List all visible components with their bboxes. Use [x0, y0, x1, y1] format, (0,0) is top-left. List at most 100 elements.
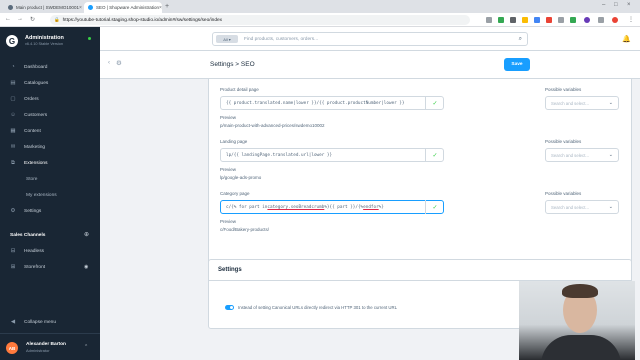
sidebar-item-dashboard[interactable]: ◔ Dashboard [0, 61, 100, 73]
collapse-label: Collapse menu [24, 319, 56, 325]
landing-preview-value: lp/google-ads-promo [220, 175, 262, 180]
sidebar-item-orders[interactable]: ▢ Orders [0, 93, 100, 105]
headless-icon: ⊟ [10, 248, 16, 254]
profile-icon[interactable] [584, 17, 590, 23]
eye-icon[interactable]: ◉ [84, 264, 88, 270]
template-text: category.seoBreadcrumb [267, 204, 325, 210]
forward-arrow-icon[interactable]: → [17, 16, 23, 22]
sidebar-item-settings[interactable]: ⚙ Settings [0, 205, 100, 217]
global-search[interactable]: All ▾ Find products, customers, orders..… [212, 32, 528, 46]
url-input[interactable]: 🔒 https://youtube-tutorial.staging.shop-… [50, 15, 470, 25]
chevron-down-icon: ⌄ [608, 152, 613, 158]
smart-bar: ‹ ⚙ Settings > SEO Save [100, 51, 640, 79]
sidebar-item-store[interactable]: Store [0, 173, 100, 185]
settings-icon: ⚙ [10, 208, 16, 214]
extension-icon[interactable] [546, 17, 552, 23]
extension-icon[interactable] [558, 17, 564, 23]
chevron-up-icon: ⌃ [84, 344, 89, 350]
sidebar-item-content[interactable]: ▦ Content [0, 125, 100, 137]
presenter-body [541, 335, 621, 360]
minimize-icon[interactable]: – [602, 2, 605, 8]
product-detail-label: Product detail page [220, 87, 259, 92]
valid-check-icon: ✓ [425, 148, 444, 162]
settings-card-title: Settings [208, 259, 632, 281]
search-icon[interactable]: ⌕ [519, 36, 522, 43]
sidebar-item-label: Store [26, 176, 38, 182]
sidebar-item-my-extensions[interactable]: My extensions [0, 189, 100, 201]
reload-icon[interactable]: ↻ [30, 16, 35, 23]
maximize-icon[interactable]: □ [614, 2, 618, 8]
preview-label: Preview [220, 115, 237, 120]
sidebar-item-customers[interactable]: ☺ Customers [0, 109, 100, 121]
sidebar-item-label: Orders [24, 96, 39, 102]
orders-icon: ▢ [10, 96, 16, 102]
template-text: {{ product.translated.name|lower }}/{{ p… [226, 100, 405, 106]
search-input[interactable]: Find products, customers, orders... [244, 37, 318, 42]
landing-variables-select[interactable]: Search and select... ⌄ [545, 148, 619, 162]
extension-icon[interactable] [498, 17, 504, 23]
sidebar-item-label: Marketing [24, 144, 46, 150]
add-sales-channel-icon[interactable]: ⊕ [84, 231, 89, 238]
tab-title: SEO | Shopware Administration [96, 5, 159, 10]
sidebar-item-label: Content [24, 128, 41, 134]
online-status-icon [88, 37, 91, 40]
content-icon: ▦ [10, 128, 16, 134]
address-bar: ← → ↻ 🔒 https://youtube-tutorial.staging… [0, 13, 640, 27]
extension-icon[interactable] [486, 17, 492, 23]
select-placeholder: Search and select... [551, 204, 589, 210]
back-arrow-icon[interactable]: ← [5, 16, 11, 22]
sidebar-item-catalogues[interactable]: ▤ Catalogues [0, 77, 100, 89]
sidebar-item-headless[interactable]: ⊟ Headless [0, 245, 100, 257]
favicon-icon [88, 5, 93, 10]
select-placeholder: Search and select... [551, 100, 589, 106]
extension-icon[interactable] [598, 17, 604, 23]
template-text: c/{% for part in [226, 204, 268, 210]
admin-sidebar: G Administration v6.4.10 Stable Version … [0, 27, 100, 360]
notification-bell-icon[interactable]: 🔔 [622, 35, 631, 43]
select-placeholder: Search and select... [551, 152, 589, 158]
close-tab-icon[interactable]: × [159, 5, 162, 11]
new-tab-icon[interactable]: + [165, 3, 169, 10]
user-name: Alexander Barton [26, 342, 66, 347]
sidebar-item-label: Settings [24, 208, 42, 214]
extension-icon[interactable] [522, 17, 528, 23]
sidebar-item-marketing[interactable]: ✉ Marketing [0, 141, 100, 153]
sidebar-item-label: Catalogues [24, 80, 49, 86]
collapse-menu-button[interactable]: ◀ Collapse menu [0, 316, 100, 328]
window-close-icon[interactable]: × [627, 2, 631, 8]
landing-page-template-input[interactable]: lp/{{ landingPage.translated.url|lower }… [220, 148, 444, 162]
user-menu[interactable]: AB Alexander Barton Administrator ⌃ [0, 333, 100, 360]
extension-icon[interactable] [534, 17, 540, 23]
user-role: Administrator [26, 348, 50, 353]
webcam-overlay [519, 281, 635, 360]
product-preview-value: p/main-product-with-advanced-prices/swde… [220, 123, 325, 128]
presenter-hair [562, 284, 598, 298]
search-type-select[interactable]: All ▾ [216, 35, 238, 43]
extension-icon[interactable] [570, 17, 576, 23]
template-text: endfor [363, 204, 379, 210]
profile-avatar-icon[interactable] [612, 17, 618, 23]
storefront-icon: ⊞ [10, 264, 16, 270]
marketing-icon: ✉ [10, 144, 16, 150]
sidebar-item-label: Headless [24, 248, 44, 254]
browser-tab-bar: Main product | SWDEMO10001 × SEO | Shopw… [0, 0, 640, 13]
sidebar-item-label: Customers [24, 112, 48, 118]
category-variables-select[interactable]: Search and select... ⌄ [545, 200, 619, 214]
favicon-icon [8, 5, 13, 10]
shopware-logo-icon[interactable]: G [6, 35, 18, 47]
save-button[interactable]: Save [504, 58, 530, 71]
browser-menu-icon[interactable]: ⋮ [628, 16, 634, 23]
browser-tab-seo[interactable]: SEO | Shopware Administration × [84, 2, 162, 13]
sidebar-item-extensions[interactable]: ⧉ Extensions [0, 157, 100, 169]
extension-icon[interactable] [510, 17, 516, 23]
category-preview-value: c/Food/Bakery-products/ [220, 227, 270, 232]
canonical-redirect-toggle[interactable] [225, 305, 234, 310]
product-variables-select[interactable]: Search and select... ⌄ [545, 96, 619, 110]
back-chevron-icon[interactable]: ‹ [108, 60, 110, 66]
category-template-input[interactable]: c/{% for part in category.seoBreadcrumb … [220, 200, 444, 214]
close-tab-icon[interactable]: × [79, 5, 82, 11]
sidebar-item-label: My extensions [26, 192, 57, 198]
product-detail-template-input[interactable]: {{ product.translated.name|lower }}/{{ p… [220, 96, 444, 110]
valid-check-icon: ✓ [425, 96, 444, 110]
browser-tab-main-product[interactable]: Main product | SWDEMO10001 × [4, 2, 84, 13]
